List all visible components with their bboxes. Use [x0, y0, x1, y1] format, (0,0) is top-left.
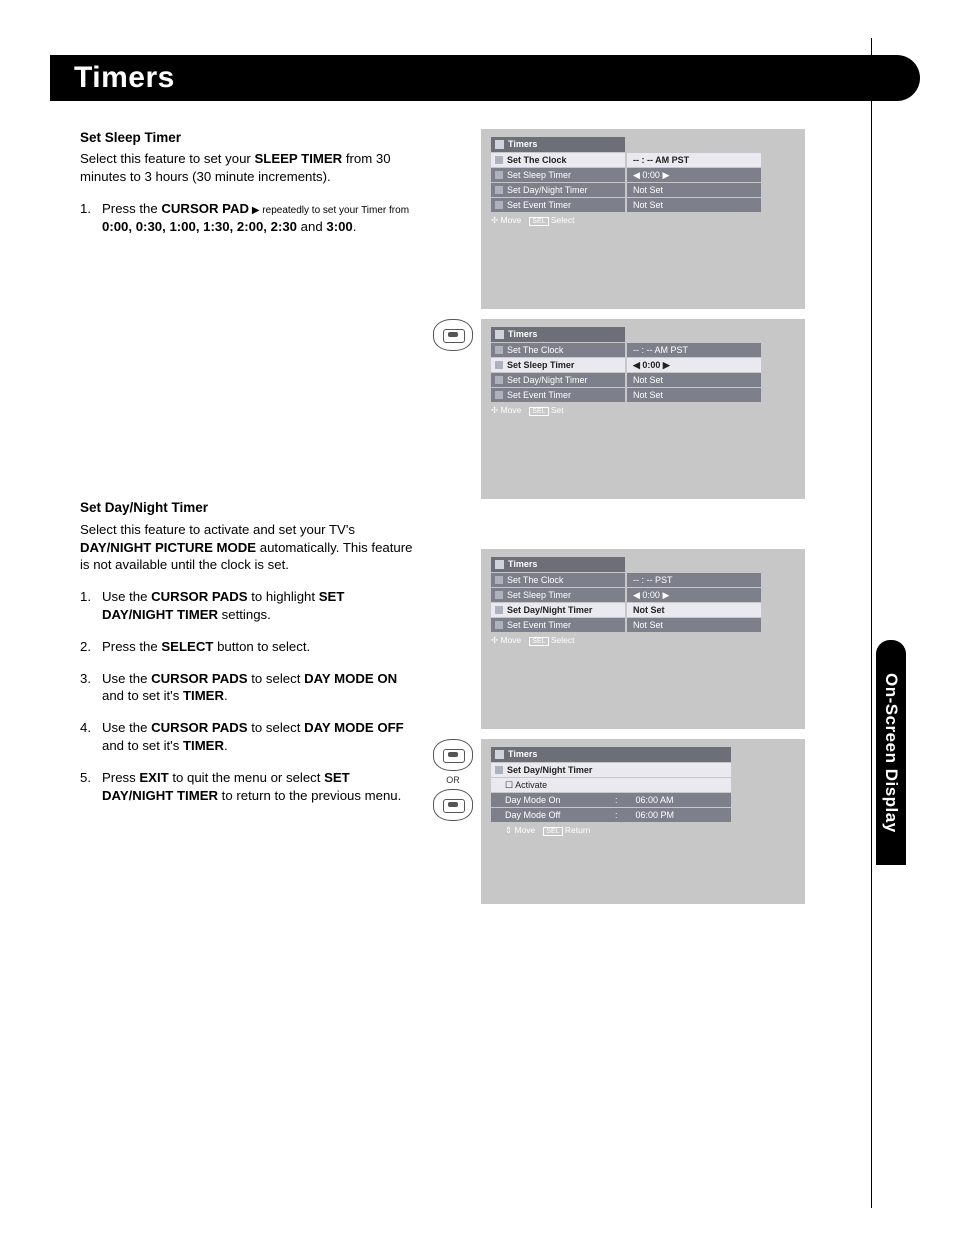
page-title: Timers [50, 55, 920, 101]
section2-step2: 2. Press the SELECT button to select. [80, 638, 415, 656]
vertical-rule [871, 38, 872, 1208]
tv-screen-4: Timers Set Day/Night Timer ☐ Activate Da… [481, 739, 805, 904]
section2-step3: 3. Use the CURSOR PADS to select DAY MOD… [80, 670, 415, 706]
or-label: OR [446, 775, 460, 785]
section1-step1: 1. Press the CURSOR PAD ▶ repeatedly to … [80, 200, 415, 236]
side-tab: On-Screen Display [876, 640, 906, 865]
section1-intro: Select this feature to set your SLEEP TI… [80, 150, 415, 186]
remote-lr-icon [433, 319, 473, 351]
instructions-column: Set Sleep Timer Select this feature to s… [50, 129, 415, 904]
remote-lr-icon [433, 789, 473, 821]
remote-ok-icon [433, 739, 473, 771]
section2-step4: 4. Use the CURSOR PADS to select DAY MOD… [80, 719, 415, 755]
screenshots-column: Timers Set The Clock Set Sleep Timer Set… [425, 129, 835, 904]
tv-screen-2: Timers Set The Clock Set Sleep Timer Set… [481, 319, 805, 499]
tv-screen-1: Timers Set The Clock Set Sleep Timer Set… [481, 129, 805, 309]
section2-step5: 5. Press EXIT to quit the menu or select… [80, 769, 415, 805]
section2-step1: 1. Use the CURSOR PADS to highlight SET … [80, 588, 415, 624]
tv-screen-3: Timers Set The Clock Set Sleep Timer Set… [481, 549, 805, 729]
section2-heading: Set Day/Night Timer [80, 499, 415, 517]
section2-intro: Select this feature to activate and set … [80, 521, 415, 574]
section1-heading: Set Sleep Timer [80, 129, 415, 147]
